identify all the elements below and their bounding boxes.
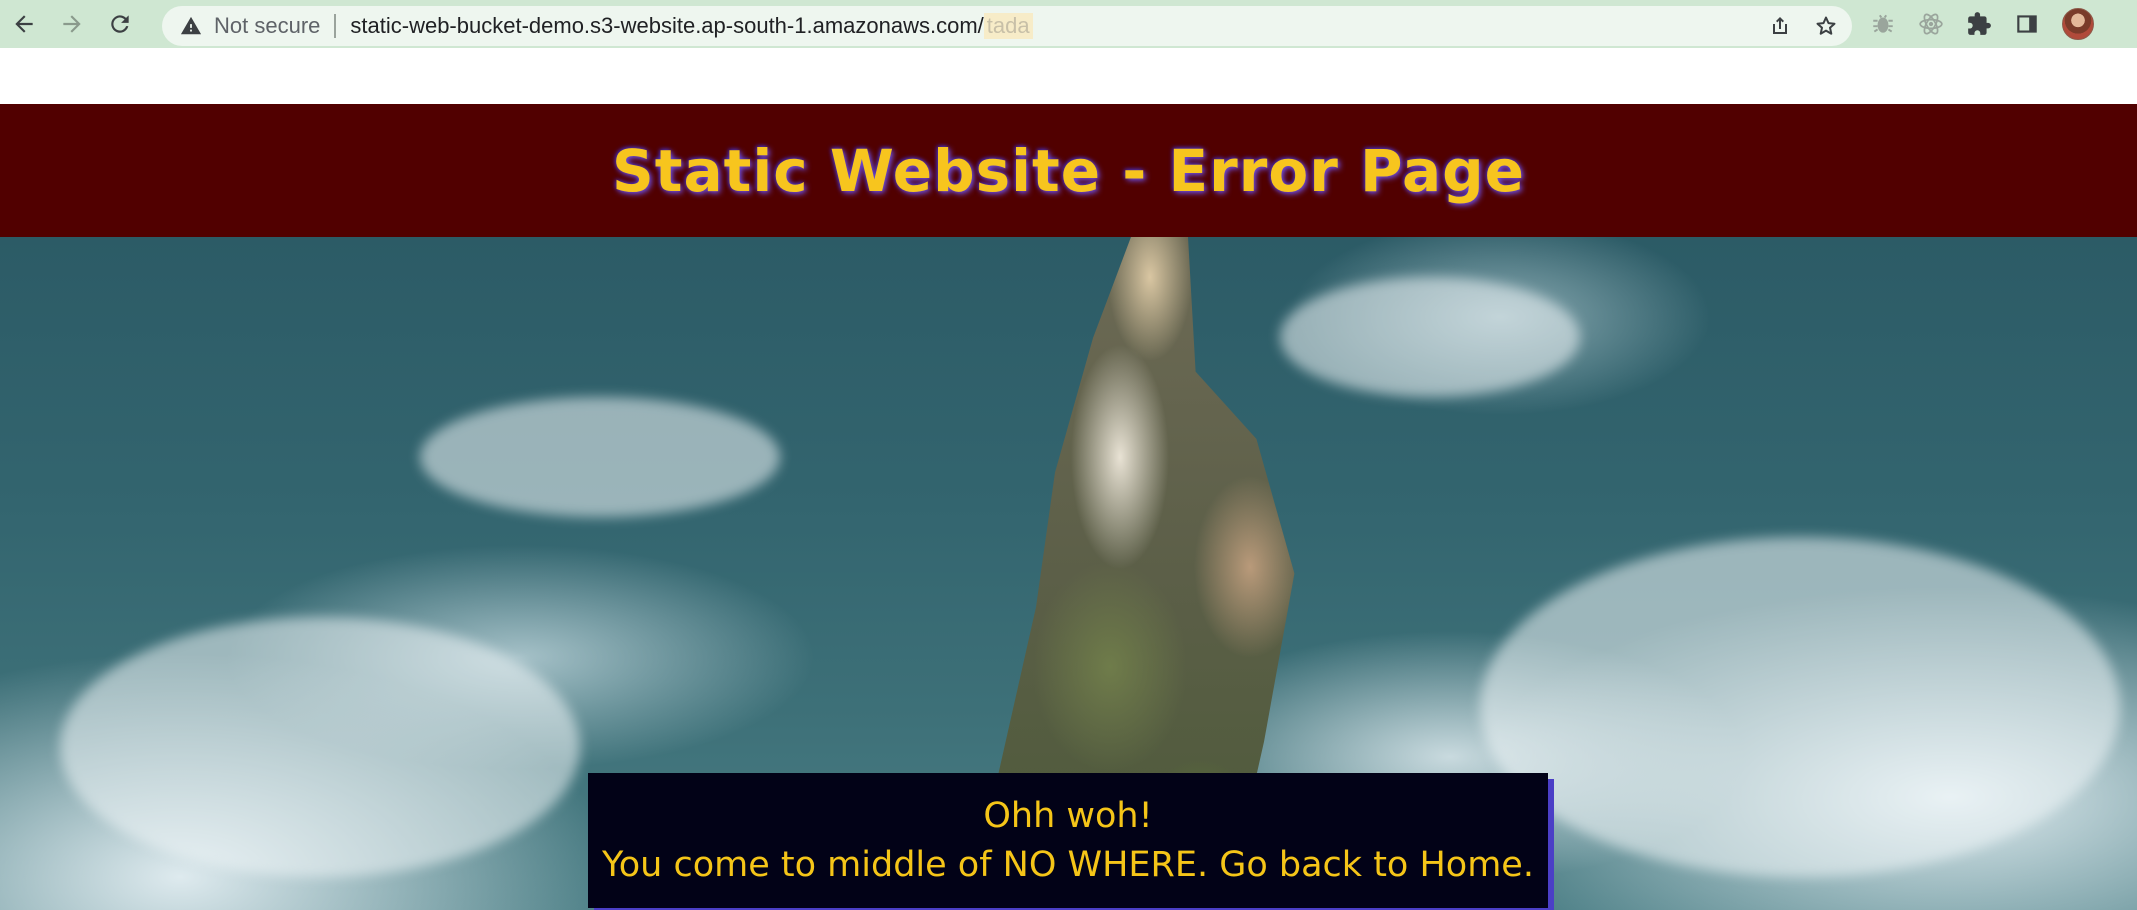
profile-avatar[interactable] <box>2062 8 2094 40</box>
address-bar[interactable]: Not secure static-web-bucket-demo.s3-web… <box>162 6 1852 46</box>
divider <box>334 14 337 38</box>
react-extension-icon[interactable] <box>1918 11 1944 37</box>
error-message-heading: Ohh woh! <box>983 796 1153 836</box>
url-path[interactable]: tada <box>983 13 1033 39</box>
address-bar-actions <box>1768 6 1838 46</box>
security-label[interactable]: Not secure <box>214 13 320 39</box>
forward-arrow-icon[interactable] <box>48 0 96 48</box>
bug-extension-icon[interactable] <box>1870 11 1896 37</box>
back-arrow-icon[interactable] <box>0 0 48 48</box>
browser-toolbar: Not secure static-web-bucket-demo.s3-web… <box>0 0 2137 48</box>
page-title: Static Website - Error Page <box>612 136 1525 205</box>
page-header: Static Website - Error Page <box>0 104 2137 237</box>
error-message-box: Ohh woh! You come to middle of NO WHERE.… <box>588 773 1548 908</box>
puzzle-icon[interactable] <box>1966 11 1992 37</box>
side-panel-icon[interactable] <box>2014 11 2040 37</box>
warning-icon <box>180 16 202 35</box>
star-icon[interactable] <box>1814 14 1838 38</box>
reload-icon[interactable] <box>96 0 144 48</box>
url-host[interactable]: static-web-bucket-demo.s3-website.ap-sou… <box>350 13 983 39</box>
extensions-area <box>1870 0 2094 48</box>
page-viewport: Static Website - Error Page Ohh woh! You… <box>0 48 2137 910</box>
error-message-text: You come to middle of NO WHERE. Go back … <box>602 844 1534 885</box>
share-icon[interactable] <box>1768 14 1792 38</box>
